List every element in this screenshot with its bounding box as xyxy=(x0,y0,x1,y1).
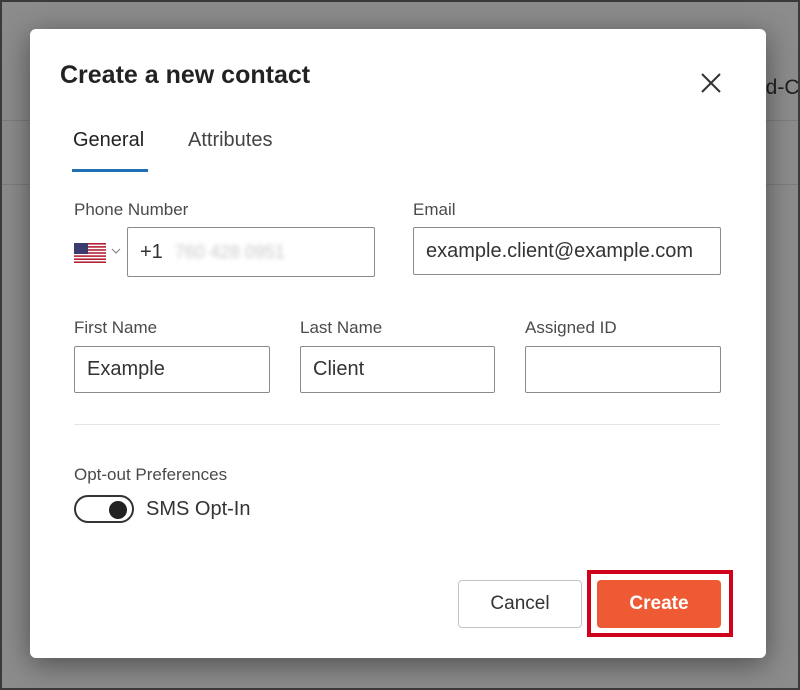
email-label: Email xyxy=(413,200,456,219)
dialog-title: Create a new contact xyxy=(60,61,311,89)
first-name-field[interactable]: Example xyxy=(74,346,270,393)
us-flag-icon[interactable] xyxy=(74,243,106,263)
assigned-id-label: Assigned ID xyxy=(525,318,617,337)
tab-attributes[interactable]: Attributes xyxy=(188,129,272,152)
assigned-id-field[interactable] xyxy=(525,346,721,393)
chevron-down-icon[interactable] xyxy=(111,244,121,256)
create-contact-dialog: Create a new contact General Attributes … xyxy=(30,29,766,658)
phone-number-label: Phone Number xyxy=(74,200,189,219)
first-name-label: First Name xyxy=(74,318,158,337)
sms-opt-in-toggle[interactable] xyxy=(74,495,134,523)
last-name-field[interactable]: Client xyxy=(300,346,495,393)
create-button[interactable]: Create xyxy=(597,580,721,628)
last-name-value: Client xyxy=(313,358,365,380)
phone-number-input[interactable]: +1 760 428 0951 xyxy=(127,227,375,277)
country-code: +1 xyxy=(140,240,163,263)
close-icon[interactable] xyxy=(699,71,723,95)
tab-general[interactable]: General xyxy=(73,129,144,152)
section-divider xyxy=(74,424,720,425)
email-value: example.client@example.com xyxy=(426,239,694,262)
first-name-value: Example xyxy=(87,358,165,380)
active-tab-indicator xyxy=(72,169,148,172)
cancel-button[interactable]: Cancel xyxy=(458,580,582,628)
phone-number-value: 760 428 0951 xyxy=(174,241,285,262)
email-field[interactable]: example.client@example.com xyxy=(413,227,721,275)
toggle-knob xyxy=(109,501,127,519)
sms-opt-in-label: SMS Opt-In xyxy=(146,498,251,520)
opt-out-preferences-label: Opt-out Preferences xyxy=(74,465,228,484)
last-name-label: Last Name xyxy=(300,318,383,337)
